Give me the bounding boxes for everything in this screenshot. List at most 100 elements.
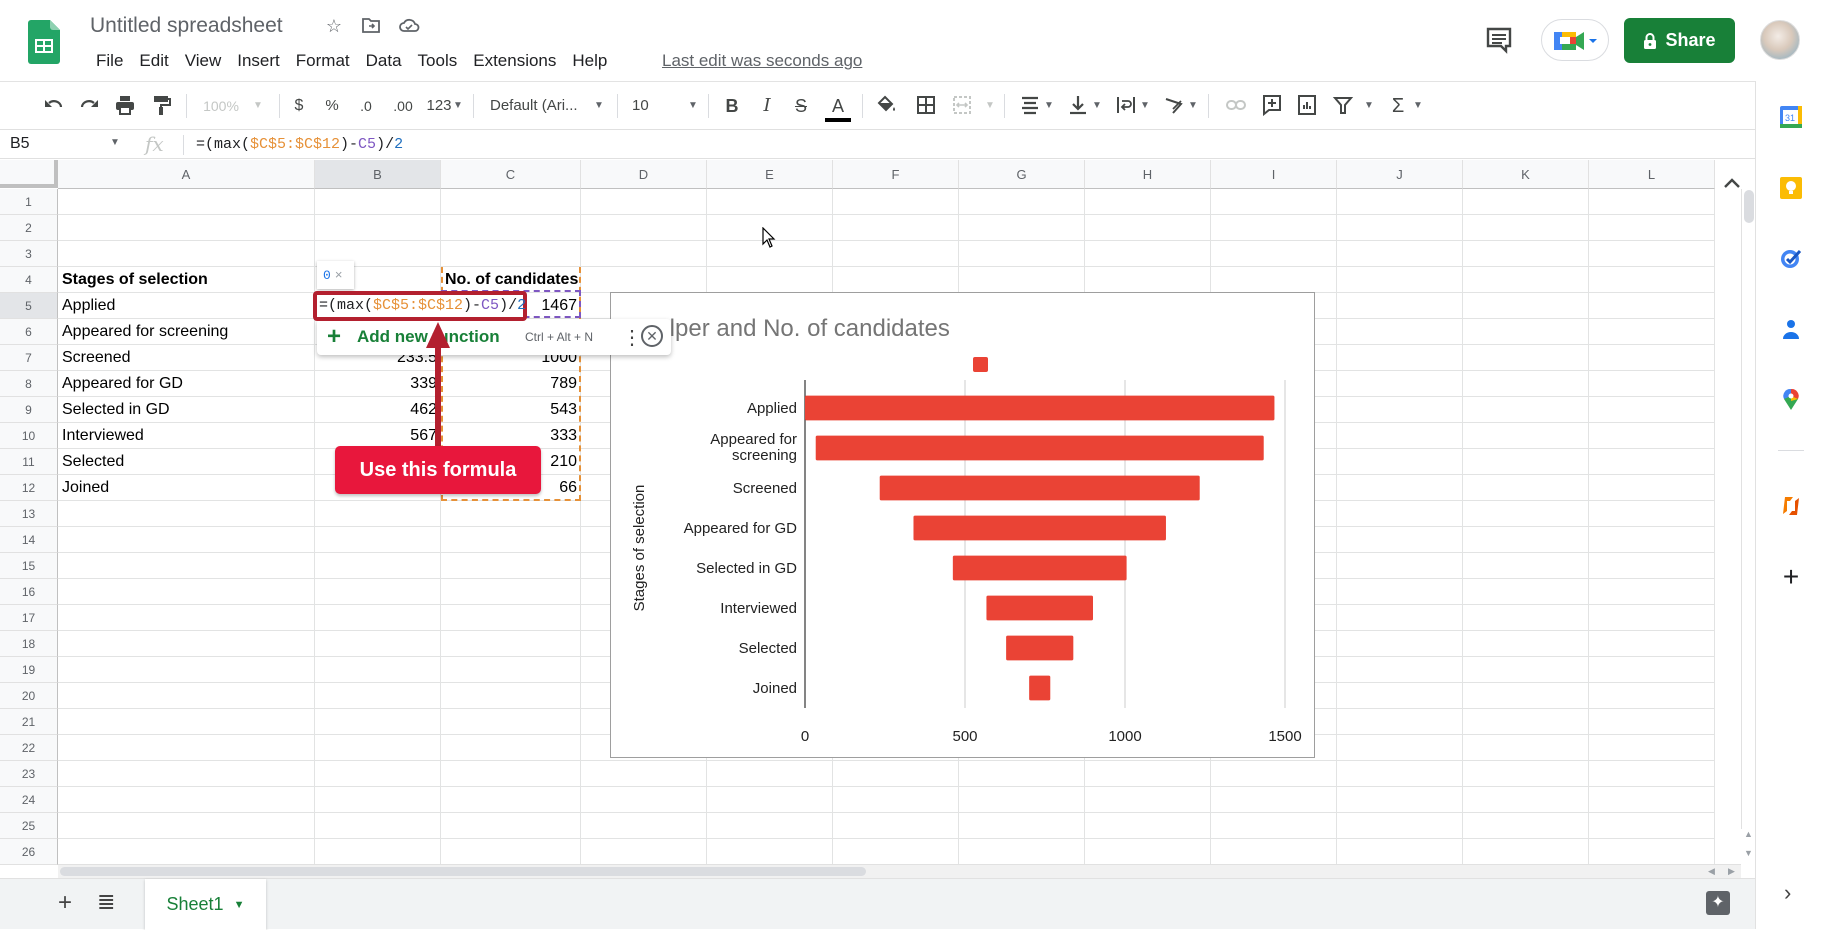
vertical-scrollbar[interactable] xyxy=(1741,189,1755,829)
keep-icon[interactable] xyxy=(1779,176,1803,200)
format-percent-button[interactable]: % xyxy=(323,94,341,118)
functions-caret-icon[interactable]: ▼ xyxy=(1413,94,1423,118)
collapse-toolbar-icon[interactable] xyxy=(1722,176,1742,195)
text-color-button[interactable]: A xyxy=(825,94,851,122)
column-header-b[interactable]: B xyxy=(315,160,441,189)
menu-extensions[interactable]: Extensions xyxy=(465,49,564,73)
column-header-c[interactable]: C xyxy=(441,160,581,189)
row-header-25[interactable]: 25 xyxy=(0,813,58,839)
more-options-icon[interactable]: ⋮ xyxy=(622,325,642,350)
column-header-f[interactable]: F xyxy=(833,160,959,189)
italic-button[interactable]: I xyxy=(757,94,777,118)
sheet-tab-caret-icon[interactable]: ▼ xyxy=(234,899,245,911)
vertical-scroll-thumb[interactable] xyxy=(1744,190,1754,223)
row-header-9[interactable]: 9 xyxy=(0,397,58,423)
cell-b9[interactable]: 462 xyxy=(315,397,441,423)
cell-a7[interactable]: Screened xyxy=(58,345,315,371)
move-folder-icon[interactable] xyxy=(360,15,382,37)
format-currency-button[interactable]: $ xyxy=(290,94,308,118)
row-header-24[interactable]: 24 xyxy=(0,787,58,813)
row-header-22[interactable]: 22 xyxy=(0,735,58,761)
more-formats-button[interactable]: 123 xyxy=(424,94,454,118)
meet-button[interactable] xyxy=(1541,19,1609,61)
row-header-18[interactable]: 18 xyxy=(0,631,58,657)
menu-tools[interactable]: Tools xyxy=(410,49,466,73)
row-header-10[interactable]: 10 xyxy=(0,423,58,449)
row-header-16[interactable]: 16 xyxy=(0,579,58,605)
font-family-select[interactable]: Default (Ari... xyxy=(490,94,590,118)
undo-icon[interactable] xyxy=(42,94,66,118)
column-header-h[interactable]: H xyxy=(1085,160,1211,189)
vertical-align-caret-icon[interactable]: ▼ xyxy=(1092,94,1102,118)
horizontal-align-icon[interactable] xyxy=(1018,94,1042,118)
row-header-17[interactable]: 17 xyxy=(0,605,58,631)
row-header-1[interactable]: 1 xyxy=(0,189,58,215)
cell-a6[interactable]: Appeared for screening xyxy=(58,319,315,345)
star-icon[interactable]: ☆ xyxy=(323,15,345,37)
cell-a8[interactable]: Appeared for GD xyxy=(58,371,315,397)
cell-a5[interactable]: Applied xyxy=(58,293,315,319)
explore-icon[interactable]: ✦ xyxy=(1706,891,1730,915)
row-header-6[interactable]: 6 xyxy=(0,319,58,345)
row-header-7[interactable]: 7 xyxy=(0,345,58,371)
preview-close-icon[interactable]: × xyxy=(335,267,343,282)
font-family-caret-icon[interactable]: ▼ xyxy=(594,94,604,118)
horizontal-align-caret-icon[interactable]: ▼ xyxy=(1044,94,1054,118)
add-icon[interactable]: + xyxy=(1779,563,1803,591)
name-box[interactable]: B5 xyxy=(10,135,30,153)
row-header-2[interactable]: 2 xyxy=(0,215,58,241)
add-sheet-icon[interactable]: + xyxy=(58,889,72,917)
menu-help[interactable]: Help xyxy=(564,49,615,73)
row-header-21[interactable]: 21 xyxy=(0,709,58,735)
insert-link-icon[interactable] xyxy=(1224,94,1248,118)
close-circle-icon[interactable]: ✕ xyxy=(641,325,663,347)
expand-panel-icon[interactable]: › xyxy=(1784,880,1791,906)
menu-view[interactable]: View xyxy=(177,49,230,73)
row-header-13[interactable]: 13 xyxy=(0,501,58,527)
document-title[interactable]: Untitled spreadsheet xyxy=(90,14,283,38)
column-header-k[interactable]: K xyxy=(1463,160,1589,189)
cloud-saved-icon[interactable] xyxy=(398,15,420,37)
calendar-icon[interactable]: 31 xyxy=(1779,105,1803,129)
scroll-right-icon[interactable]: ▶ xyxy=(1728,866,1735,877)
scroll-left-icon[interactable]: ◀ xyxy=(1708,866,1715,877)
row-header-19[interactable]: 19 xyxy=(0,657,58,683)
fill-color-icon[interactable] xyxy=(875,94,899,118)
maps-icon[interactable] xyxy=(1779,387,1803,411)
menu-file[interactable]: File xyxy=(88,49,131,73)
scroll-down-icon[interactable]: ▼ xyxy=(1744,848,1753,858)
addon-icon[interactable] xyxy=(1779,494,1803,518)
share-button[interactable]: Share xyxy=(1624,18,1735,63)
cell-a10[interactable]: Interviewed xyxy=(58,423,315,449)
borders-icon[interactable] xyxy=(914,94,938,118)
formula-input[interactable]: =(max($C$5:$C$12)-C5)/2 xyxy=(196,136,403,153)
column-header-i[interactable]: I xyxy=(1211,160,1337,189)
paint-format-icon[interactable] xyxy=(149,94,173,118)
insert-chart-icon[interactable] xyxy=(1295,94,1319,118)
row-header-20[interactable]: 20 xyxy=(0,683,58,709)
zoom-caret-icon[interactable]: ▼ xyxy=(252,94,264,118)
text-rotation-caret-icon[interactable]: ▼ xyxy=(1188,94,1198,118)
strikethrough-button[interactable]: S xyxy=(791,94,811,118)
cell-a12[interactable]: Joined xyxy=(58,475,315,501)
name-box-caret-icon[interactable]: ▼ xyxy=(110,137,120,148)
last-edit-link[interactable]: Last edit was seconds ago xyxy=(662,51,862,71)
row-header-26[interactable]: 26 xyxy=(0,839,58,865)
row-header-5[interactable]: 5 xyxy=(0,293,58,319)
font-size-input[interactable]: 10 xyxy=(632,94,656,118)
column-header-l[interactable]: L xyxy=(1589,160,1715,189)
account-avatar[interactable] xyxy=(1760,20,1800,60)
row-header-4[interactable]: 4 xyxy=(0,267,58,293)
cell-a9[interactable]: Selected in GD xyxy=(58,397,315,423)
column-header-j[interactable]: J xyxy=(1337,160,1463,189)
zoom-select[interactable]: 100% xyxy=(200,94,242,118)
row-header-15[interactable]: 15 xyxy=(0,553,58,579)
cell-editor[interactable]: =(max($C$5:$C$12)-C5)/2 xyxy=(313,291,527,321)
bold-button[interactable]: B xyxy=(722,94,742,118)
sheet-tab-sheet1[interactable]: Sheet1 ▼ xyxy=(145,879,266,930)
scroll-up-icon[interactable]: ▲ xyxy=(1744,829,1753,839)
menu-data[interactable]: Data xyxy=(358,49,410,73)
column-header-a[interactable]: A xyxy=(58,160,315,189)
font-size-caret-icon[interactable]: ▼ xyxy=(688,94,698,118)
menu-insert[interactable]: Insert xyxy=(229,49,288,73)
